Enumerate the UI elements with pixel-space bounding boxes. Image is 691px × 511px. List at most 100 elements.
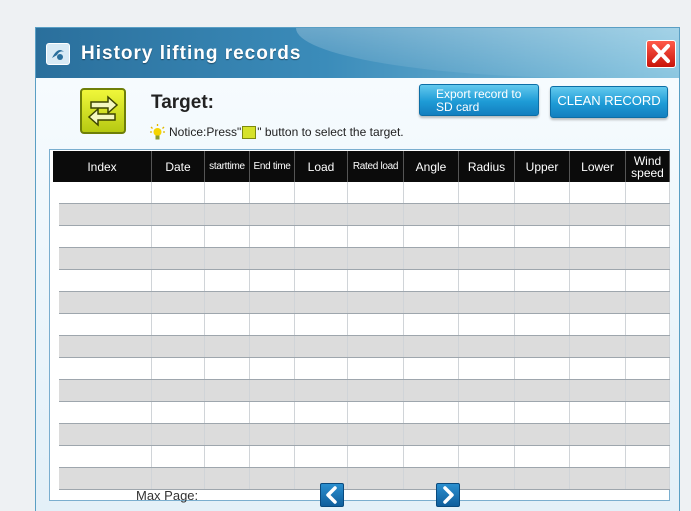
table-row[interactable] bbox=[59, 446, 670, 468]
table-cell bbox=[250, 358, 295, 379]
app-logo-icon bbox=[46, 43, 70, 65]
table-cell bbox=[404, 380, 459, 401]
history-records-window: History lifting records Target: Notice:P… bbox=[35, 27, 680, 511]
table-cell bbox=[59, 182, 152, 203]
clean-record-label: CLEAN RECORD bbox=[557, 93, 661, 108]
table-cell bbox=[59, 314, 152, 335]
table-cell bbox=[250, 402, 295, 423]
table-cell bbox=[152, 226, 205, 247]
table-cell bbox=[348, 314, 404, 335]
column-header: Radius bbox=[459, 151, 515, 182]
table-cell bbox=[295, 204, 348, 225]
table-cell bbox=[459, 292, 515, 313]
table-row[interactable] bbox=[59, 314, 670, 336]
table-cell bbox=[626, 468, 670, 489]
table-cell bbox=[250, 226, 295, 247]
table-cell bbox=[295, 336, 348, 357]
table-row[interactable] bbox=[59, 182, 670, 204]
table-cell bbox=[626, 424, 670, 445]
close-button[interactable] bbox=[646, 40, 676, 68]
table-cell bbox=[59, 424, 152, 445]
table-cell bbox=[59, 402, 152, 423]
table-cell bbox=[570, 248, 626, 269]
table-row[interactable] bbox=[59, 424, 670, 446]
table-cell bbox=[570, 380, 626, 401]
table-cell bbox=[205, 270, 250, 291]
table-row[interactable] bbox=[59, 292, 670, 314]
table-row[interactable] bbox=[59, 248, 670, 270]
table-cell bbox=[404, 336, 459, 357]
table-cell bbox=[152, 424, 205, 445]
table-cell bbox=[295, 402, 348, 423]
table-cell bbox=[515, 270, 570, 291]
table-cell bbox=[250, 204, 295, 225]
table-cell bbox=[626, 358, 670, 379]
table-cell bbox=[152, 270, 205, 291]
table-cell bbox=[348, 468, 404, 489]
target-label: Target: bbox=[151, 92, 214, 113]
table-cell bbox=[205, 358, 250, 379]
table-cell bbox=[295, 358, 348, 379]
table-cell bbox=[152, 358, 205, 379]
table-cell bbox=[205, 424, 250, 445]
table-cell bbox=[295, 314, 348, 335]
chevron-right-icon bbox=[443, 486, 454, 504]
table-row[interactable] bbox=[59, 402, 670, 424]
table-cell bbox=[459, 424, 515, 445]
column-header: End time bbox=[250, 151, 295, 182]
clean-record-button[interactable]: CLEAN RECORD bbox=[550, 86, 668, 118]
swap-mini-icon bbox=[242, 125, 257, 139]
table-cell bbox=[250, 468, 295, 489]
table-cell bbox=[570, 270, 626, 291]
table-cell bbox=[459, 402, 515, 423]
table-cell bbox=[348, 292, 404, 313]
export-record-button[interactable]: Export record to SD card bbox=[419, 84, 539, 116]
table-cell bbox=[515, 336, 570, 357]
table-cell bbox=[348, 182, 404, 203]
table-cell bbox=[570, 336, 626, 357]
table-cell bbox=[152, 248, 205, 269]
table-cell bbox=[295, 270, 348, 291]
table-row[interactable] bbox=[59, 380, 670, 402]
table-cell bbox=[152, 314, 205, 335]
table-cell bbox=[515, 468, 570, 489]
select-target-button[interactable] bbox=[80, 88, 126, 134]
table-cell bbox=[59, 468, 152, 489]
table-cell bbox=[515, 424, 570, 445]
previous-page-button[interactable] bbox=[320, 483, 344, 507]
table-cell bbox=[626, 380, 670, 401]
table-row[interactable] bbox=[59, 358, 670, 380]
table-cell bbox=[205, 248, 250, 269]
table-cell bbox=[205, 314, 250, 335]
table-cell bbox=[404, 270, 459, 291]
table-cell bbox=[348, 226, 404, 247]
table-cell bbox=[404, 204, 459, 225]
export-record-label: Export record to SD card bbox=[436, 87, 522, 114]
table-cell bbox=[459, 380, 515, 401]
column-header: starttime bbox=[205, 151, 250, 182]
table-cell bbox=[626, 182, 670, 203]
table-cell bbox=[459, 270, 515, 291]
table-row[interactable] bbox=[59, 336, 670, 358]
column-header: Upper bbox=[515, 151, 570, 182]
table-cell bbox=[570, 358, 626, 379]
table-cell bbox=[570, 204, 626, 225]
table-row[interactable] bbox=[59, 226, 670, 248]
table-cell bbox=[59, 336, 152, 357]
table-cell bbox=[570, 314, 626, 335]
table-cell bbox=[515, 204, 570, 225]
table-cell bbox=[459, 446, 515, 467]
table-row[interactable] bbox=[59, 204, 670, 226]
table-cell bbox=[152, 402, 205, 423]
table-row[interactable] bbox=[59, 468, 670, 490]
lightbulb-icon bbox=[149, 123, 166, 141]
table-cell bbox=[515, 182, 570, 203]
table-cell bbox=[404, 358, 459, 379]
table-cell bbox=[348, 380, 404, 401]
table-row[interactable] bbox=[59, 270, 670, 292]
table-cell bbox=[515, 380, 570, 401]
table-cell bbox=[626, 204, 670, 225]
next-page-button[interactable] bbox=[436, 483, 460, 507]
table-cell bbox=[404, 446, 459, 467]
table-cell bbox=[295, 380, 348, 401]
